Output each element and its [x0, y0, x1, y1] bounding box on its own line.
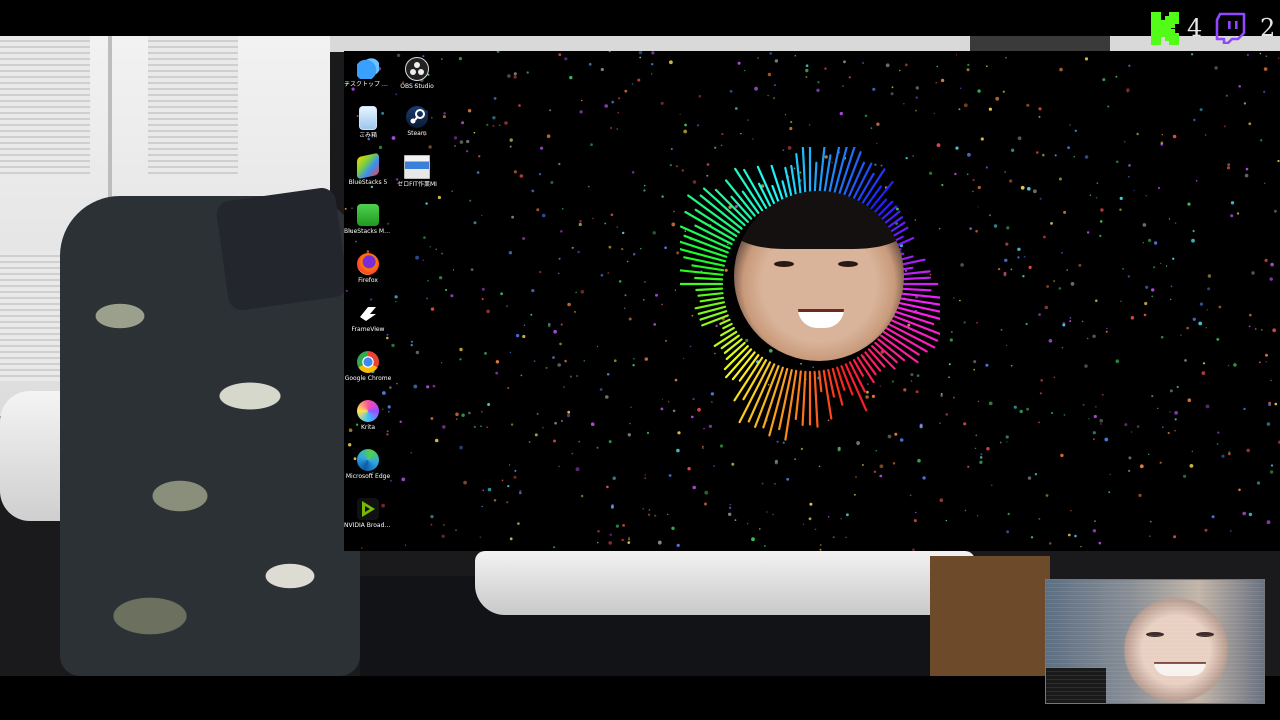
firefox-icon: [357, 253, 379, 275]
desktop-icon-frameview[interactable]: FrameView: [344, 300, 392, 349]
wall: [330, 36, 1280, 52]
nvidia-broadcast-icon: [357, 498, 379, 520]
desktop-icon-bluestacks[interactable]: BlueStacks 5: [344, 152, 392, 202]
desktop-icon-chrome[interactable]: Google Chrome: [344, 349, 392, 398]
top-letterbox: [0, 0, 1280, 36]
edge-icon: [357, 449, 379, 471]
desktop-icon-onedrive[interactable]: デスクトップ へのショートカット (OneDri...: [344, 55, 392, 104]
kick-logo-icon: [1151, 12, 1181, 45]
steam-icon: [406, 106, 428, 128]
bluestacks-icon: [357, 152, 379, 180]
recycle-bin-icon: [359, 106, 377, 130]
floor: [930, 556, 1050, 676]
frameview-icon: [357, 302, 379, 324]
streamer-face-circle: [734, 191, 904, 361]
desktop-icons-column-1: デスクトップ へのショートカット (OneDri... ごみ箱 BlueStac…: [344, 55, 392, 545]
twitch-viewer-count: 2: [1260, 14, 1276, 42]
desktop-icon-krita[interactable]: Krita: [344, 398, 392, 447]
desktop-icon-recycle-bin[interactable]: ごみ箱: [344, 104, 392, 153]
desktop-icon-firefox[interactable]: Firefox: [344, 251, 392, 300]
chair-pillow: [214, 186, 350, 312]
app-window-icon: [404, 155, 430, 179]
bluestacks-multi-icon: [357, 204, 379, 226]
chrome-icon: [357, 351, 379, 373]
obs-icon: [405, 57, 429, 81]
desktop-icon-steam[interactable]: Steam: [393, 104, 441, 153]
twitch-logo-icon: [1214, 12, 1246, 45]
krita-icon: [357, 400, 379, 422]
facecam: [1045, 579, 1265, 704]
desktop-icon-nvidia-broadcast[interactable]: NVIDIA Broadcast: [344, 496, 392, 545]
kick-viewer-count: 4: [1187, 14, 1203, 42]
desktop-icons-column-2: OBS Studio Steam ゼロFIT作業MI: [393, 55, 441, 202]
onedrive-icon: [357, 57, 379, 79]
desktop-icon-app-window[interactable]: ゼロFIT作業MI: [393, 153, 441, 202]
desktop-icon-bluestacks-multi[interactable]: BlueStacks Multi-Instanc...: [344, 202, 392, 251]
bed-sheet: [475, 551, 975, 615]
desktop-icon-edge[interactable]: Microsoft Edge: [344, 447, 392, 496]
desktop-icon-obs[interactable]: OBS Studio: [393, 55, 441, 104]
desktop-capture: デスクトップ へのショートカット (OneDri... ごみ箱 BlueStac…: [344, 51, 1280, 551]
